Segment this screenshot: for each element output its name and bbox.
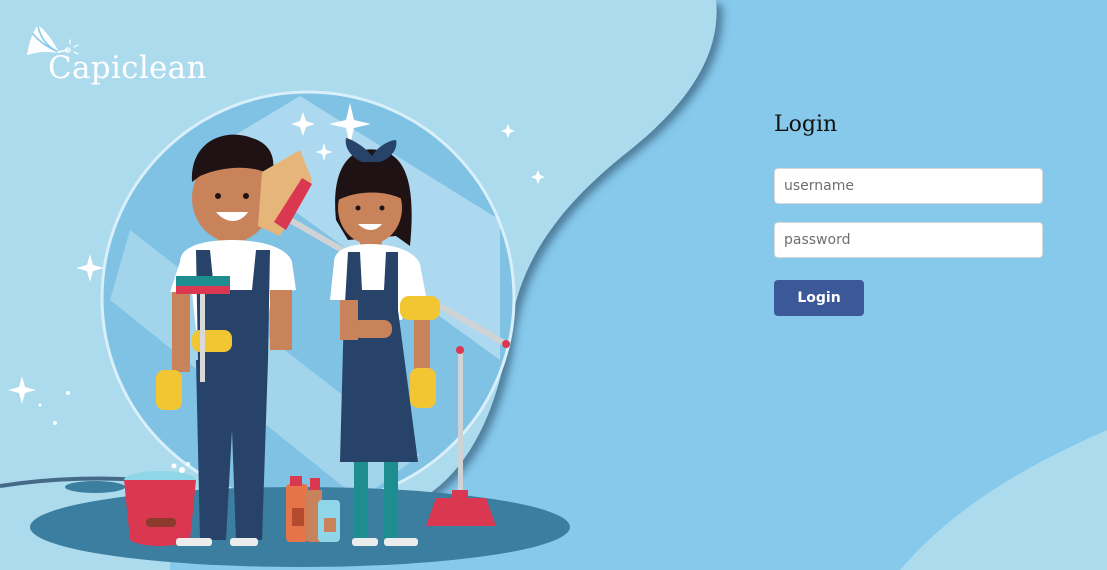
- password-input[interactable]: [774, 222, 1043, 258]
- cleaners-illustration: [8, 90, 570, 567]
- login-button[interactable]: Login: [774, 280, 864, 316]
- login-page: Capiclean Login username Login: [0, 0, 1107, 570]
- brand-name: Capiclean: [48, 50, 207, 86]
- login-form: Login Login: [774, 110, 1044, 316]
- username-input[interactable]: [774, 168, 1043, 204]
- login-title: Login: [774, 112, 838, 137]
- brand-logo[interactable]: Capiclean: [24, 22, 207, 92]
